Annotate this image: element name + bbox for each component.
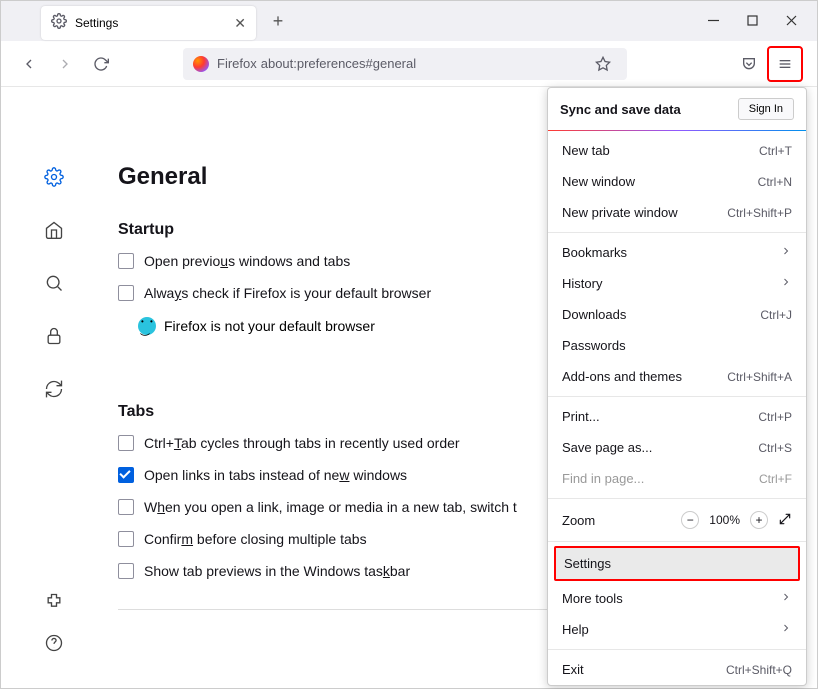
label-open-previous: Open previous windows and tabs bbox=[144, 253, 350, 269]
back-button[interactable] bbox=[15, 50, 43, 78]
menu-history[interactable]: History bbox=[548, 268, 806, 299]
chevron-right-icon bbox=[780, 622, 792, 637]
menu-save-as[interactable]: Save page as...Ctrl+S bbox=[548, 432, 806, 463]
url-text: about:preferences#general bbox=[261, 56, 416, 71]
sidebar-extensions-icon[interactable] bbox=[44, 592, 64, 617]
forward-button[interactable] bbox=[51, 50, 79, 78]
menu-new-private[interactable]: New private windowCtrl+Shift+P bbox=[548, 197, 806, 228]
sidebar-home-icon[interactable] bbox=[44, 220, 64, 245]
checkbox-open-previous[interactable] bbox=[118, 253, 134, 269]
label-switch-to: When you open a link, image or media in … bbox=[144, 499, 517, 515]
reload-button[interactable] bbox=[87, 50, 115, 78]
menu-downloads[interactable]: DownloadsCtrl+J bbox=[548, 299, 806, 330]
firefox-icon bbox=[193, 56, 209, 72]
menu-zoom: Zoom − 100% + bbox=[548, 503, 806, 537]
app-menu: Sync and save data Sign In New tabCtrl+T… bbox=[547, 87, 807, 686]
zoom-value: 100% bbox=[709, 513, 740, 527]
sidebar bbox=[1, 87, 106, 688]
pocket-button[interactable] bbox=[735, 50, 763, 78]
label-confirm-close: Confirm before closing multiple tabs bbox=[144, 531, 367, 547]
checkbox-show-preview[interactable] bbox=[118, 563, 134, 579]
label-ctrl-tab: Ctrl+Tab cycles through tabs in recently… bbox=[144, 435, 460, 451]
checkbox-ctrl-tab[interactable] bbox=[118, 435, 134, 451]
sidebar-privacy-icon[interactable] bbox=[44, 326, 64, 351]
label-always-check: Always check if Firefox is your default … bbox=[144, 285, 431, 301]
window-titlebar: Settings ✕ + bbox=[1, 1, 817, 41]
menu-sync-title: Sync and save data bbox=[560, 102, 681, 117]
menu-help[interactable]: Help bbox=[548, 614, 806, 645]
window-maximize-icon[interactable] bbox=[747, 13, 758, 29]
menu-print[interactable]: Print...Ctrl+P bbox=[548, 401, 806, 432]
chevron-right-icon bbox=[780, 245, 792, 260]
url-label: Firefox bbox=[217, 56, 257, 71]
checkbox-open-links[interactable] bbox=[118, 467, 134, 483]
app-menu-button-highlight bbox=[767, 46, 803, 82]
zoom-out-button[interactable]: − bbox=[681, 511, 699, 529]
window-close-icon[interactable] bbox=[786, 13, 797, 29]
fullscreen-icon[interactable] bbox=[778, 512, 792, 529]
menu-find[interactable]: Find in page...Ctrl+F bbox=[548, 463, 806, 494]
url-bar[interactable]: Firefox about:preferences#general bbox=[183, 48, 627, 80]
menu-passwords[interactable]: Passwords bbox=[548, 330, 806, 361]
sidebar-search-icon[interactable] bbox=[44, 273, 64, 298]
sidebar-sync-icon[interactable] bbox=[44, 379, 64, 404]
menu-bookmarks[interactable]: Bookmarks bbox=[548, 237, 806, 268]
checkbox-switch-to[interactable] bbox=[118, 499, 134, 515]
app-menu-button[interactable] bbox=[771, 50, 799, 78]
sad-face-icon bbox=[138, 317, 156, 335]
sidebar-help-icon[interactable] bbox=[44, 633, 64, 658]
menu-new-window[interactable]: New windowCtrl+N bbox=[548, 166, 806, 197]
menu-settings[interactable]: Settings bbox=[554, 546, 800, 581]
sidebar-general-icon[interactable] bbox=[44, 167, 64, 192]
browser-tab[interactable]: Settings ✕ bbox=[41, 6, 256, 40]
bookmark-star-icon[interactable] bbox=[589, 50, 617, 78]
sign-in-button[interactable]: Sign In bbox=[738, 98, 794, 120]
menu-new-tab[interactable]: New tabCtrl+T bbox=[548, 135, 806, 166]
menu-more-tools[interactable]: More tools bbox=[548, 583, 806, 614]
toolbar: Firefox about:preferences#general bbox=[1, 41, 817, 87]
checkbox-always-check[interactable] bbox=[118, 285, 134, 301]
menu-gradient-divider bbox=[548, 130, 806, 131]
chevron-right-icon bbox=[780, 276, 792, 291]
window-minimize-icon[interactable] bbox=[708, 13, 719, 29]
new-tab-button[interactable]: + bbox=[264, 7, 292, 35]
tab-close-icon[interactable]: ✕ bbox=[234, 15, 246, 32]
gear-icon bbox=[51, 13, 67, 34]
checkbox-confirm-close[interactable] bbox=[118, 531, 134, 547]
menu-addons[interactable]: Add-ons and themesCtrl+Shift+A bbox=[548, 361, 806, 392]
label-show-preview: Show tab previews in the Windows taskbar bbox=[144, 563, 410, 579]
menu-exit[interactable]: ExitCtrl+Shift+Q bbox=[548, 654, 806, 685]
tab-title: Settings bbox=[75, 16, 234, 30]
default-browser-status: Firefox is not your default browser bbox=[164, 318, 375, 334]
label-open-links: Open links in tabs instead of new window… bbox=[144, 467, 407, 483]
zoom-in-button[interactable]: + bbox=[750, 511, 768, 529]
chevron-right-icon bbox=[780, 591, 792, 606]
